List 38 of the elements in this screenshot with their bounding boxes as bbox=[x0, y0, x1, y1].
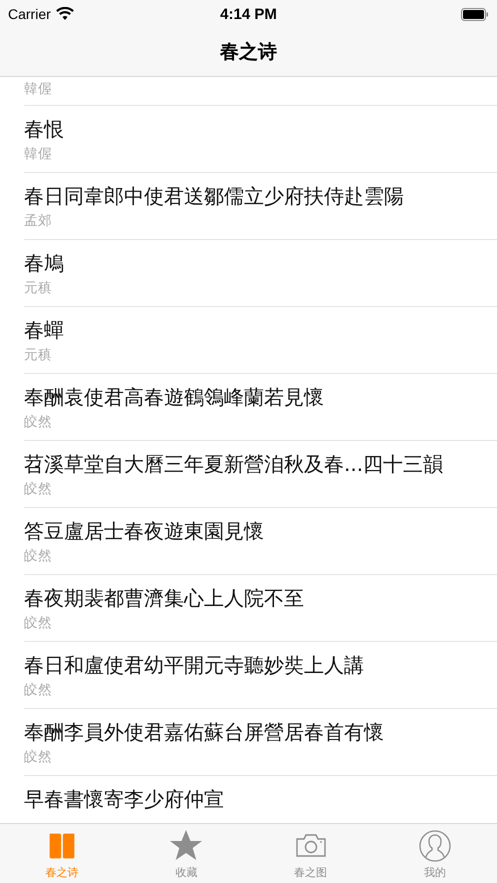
poem-author: 皎然 bbox=[24, 614, 52, 633]
poem-row[interactable]: 奉酬袁使君高春遊鶴鴒峰蘭若見懷 皎然 bbox=[24, 374, 497, 441]
poem-author: 孟郊 bbox=[24, 212, 52, 231]
poem-author: 皎然 bbox=[24, 480, 52, 499]
battery-icon bbox=[461, 8, 489, 20]
poem-row[interactable]: 奉酬李員外使君嘉佑蘇台屏營居春首有懷 皎然 bbox=[24, 709, 497, 776]
poem-title: 早春書懷寄李少府仲宣 bbox=[24, 786, 224, 812]
poem-row[interactable]: 春恨 韓偓 bbox=[24, 106, 497, 173]
wifi-icon bbox=[56, 7, 74, 21]
poem-author: 皎然 bbox=[24, 547, 52, 566]
poem-author: 皎然 bbox=[24, 413, 52, 432]
clock-time: 4:14 PM bbox=[220, 6, 277, 22]
poem-row[interactable]: 春日同韋郎中使君送鄒儒立少府扶侍赴雲陽 孟郊 bbox=[24, 173, 497, 240]
poem-row[interactable]: 春鳩 元稹 bbox=[24, 240, 497, 307]
poem-title: 答豆盧居士春夜遊東園見懷 bbox=[24, 518, 264, 544]
poem-row[interactable]: 答豆盧居士春夜遊東園見懷 皎然 bbox=[24, 508, 497, 575]
poem-title: 春日和盧使君幼平開元寺聽妙奘上人講 bbox=[24, 652, 364, 678]
poem-title: 苕溪草堂自大曆三年夏新營洎秋及春...四十三韻 bbox=[24, 451, 444, 477]
poem-row[interactable]: 春夜期裴都曹濟集心上人院不至 皎然 bbox=[24, 575, 497, 642]
poem-author: 元稹 bbox=[24, 279, 52, 298]
poem-title: 春夜期裴都曹濟集心上人院不至 bbox=[24, 585, 304, 611]
poem-row[interactable]: 春日和盧使君幼平開元寺聽妙奘上人講 皎然 bbox=[24, 642, 497, 709]
poem-author: 皎然 bbox=[24, 681, 52, 700]
poem-title: 春鳩 bbox=[24, 250, 64, 276]
poem-author: 韓偓 bbox=[24, 145, 52, 164]
poem-author: 皎然 bbox=[24, 748, 52, 767]
poem-title: 奉酬袁使君高春遊鶴鴒峰蘭若見懷 bbox=[24, 384, 324, 410]
poem-row[interactable]: 苕溪草堂自大曆三年夏新營洎秋及春...四十三韻 皎然 bbox=[24, 441, 497, 508]
poem-title: 春蟬 bbox=[24, 317, 64, 343]
poem-title: 春日同韋郎中使君送鄒儒立少府扶侍赴雲陽 bbox=[24, 183, 404, 209]
poem-title: 春恨 bbox=[24, 116, 64, 142]
nav-title: 春之诗 bbox=[220, 40, 277, 65]
poem-author: 韓偓 bbox=[24, 80, 52, 99]
poem-title: 奉酬李員外使君嘉佑蘇台屏營居春首有懷 bbox=[24, 719, 384, 745]
person-icon bbox=[418, 829, 452, 863]
poem-author: 元稹 bbox=[24, 346, 52, 365]
carrier-label: Carrier bbox=[8, 6, 51, 22]
poem-row[interactable]: 春蟬 元稹 bbox=[24, 307, 497, 374]
